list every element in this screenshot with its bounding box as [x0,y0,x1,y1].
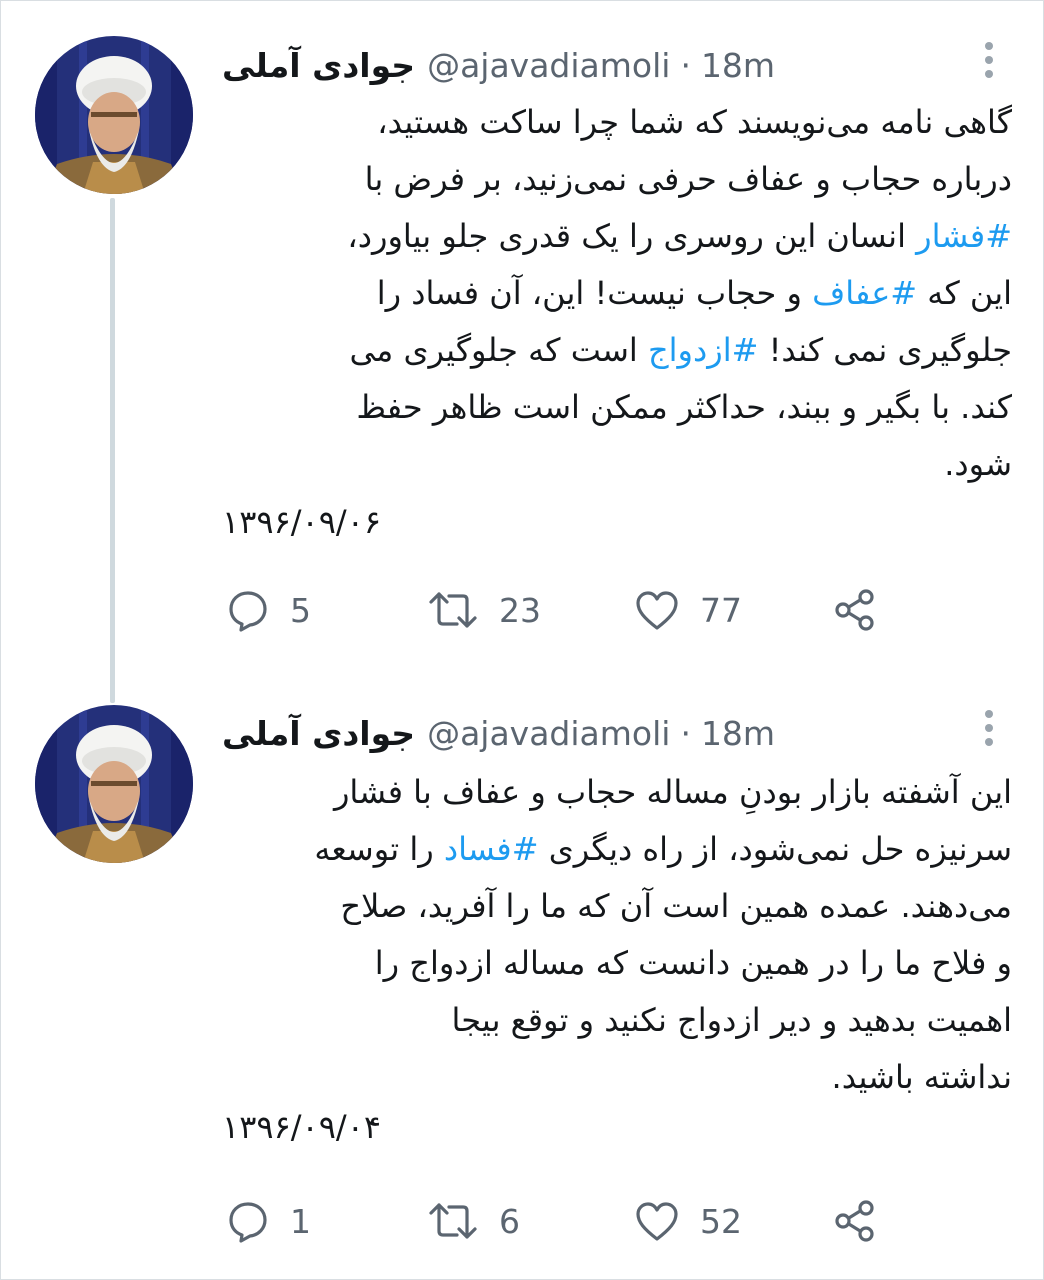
tweet-text: گاهی نامه می‌نویسند که شما چرا ساکت هستی… [222,94,1012,493]
avatar[interactable] [35,705,193,863]
reply-icon [229,591,267,632]
hashtag-link[interactable]: #فشار [916,217,1012,255]
retweet-button[interactable]: 6 [427,1193,520,1249]
avatar-image [35,36,193,194]
retweet-icon [429,592,477,628]
heart-icon [636,1202,678,1241]
separator-dot: · [680,45,691,85]
like-count: 77 [700,590,742,630]
retweet-button[interactable]: 23 [427,582,541,638]
more-vertical-icon[interactable] [974,38,1004,82]
timestamp[interactable]: 18m [701,714,775,753]
hashtag-link[interactable]: #ازدواج [648,331,758,369]
like-button[interactable]: 52 [634,1193,742,1249]
reply-button[interactable]: 5 [226,582,311,638]
retweet-count: 23 [499,590,541,630]
avatar-image [35,705,193,863]
reply-count: 5 [290,590,311,630]
share-icon [835,1200,874,1242]
retweet-icon [429,1203,477,1239]
display-name[interactable]: جوادی آملی [222,46,415,85]
hashtag-link[interactable]: #فساد [444,830,539,868]
like-count: 52 [700,1201,742,1241]
reply-icon [229,1202,267,1243]
reply-button[interactable]: 1 [226,1193,311,1249]
share-icon [835,589,874,631]
share-button[interactable] [832,1193,878,1249]
share-button[interactable] [832,582,878,638]
tweet[interactable]: جوادی آملی @ajavadiamoli · 18m این آشفته… [0,690,1044,1280]
avatar[interactable] [35,36,193,194]
tweet-header: جوادی آملی @ajavadiamoli · 18m [222,710,819,756]
user-handle[interactable]: @ajavadiamoli [427,46,670,85]
separator-dot: · [680,713,691,753]
hashtag-link[interactable]: #عفاف [812,274,917,312]
tweet-text-segment: را توسعه می‌دهند. عمده همین است آن که ما… [314,830,1012,1096]
timestamp[interactable]: 18m [701,46,775,85]
retweet-count: 6 [499,1201,520,1241]
like-button[interactable]: 77 [634,582,742,638]
tweet[interactable]: جوادی آملی @ajavadiamoli · 18m گاهی نامه… [0,0,1044,690]
tweet-header: جوادی آملی @ajavadiamoli · 18m [222,42,819,88]
user-handle[interactable]: @ajavadiamoli [427,714,670,753]
display-name[interactable]: جوادی آملی [222,714,415,753]
tweet-date: ۱۳۹۶/۰۹/۰۴ [222,1108,382,1146]
tweet-actions: 1 6 52 [222,1193,922,1249]
more-vertical-icon[interactable] [974,706,1004,750]
heart-icon [636,591,678,630]
tweet-text-segment: گاهی نامه می‌نویسند که شما چرا ساکت هستی… [364,103,1012,198]
tweet-text: این آشفته بازار بودنِ مساله حجاب و عفاف … [222,764,1012,1106]
tweet-actions: 5 23 77 [222,582,922,638]
tweet-date: ۱۳۹۶/۰۹/۰۶ [222,503,382,541]
reply-count: 1 [290,1201,311,1241]
